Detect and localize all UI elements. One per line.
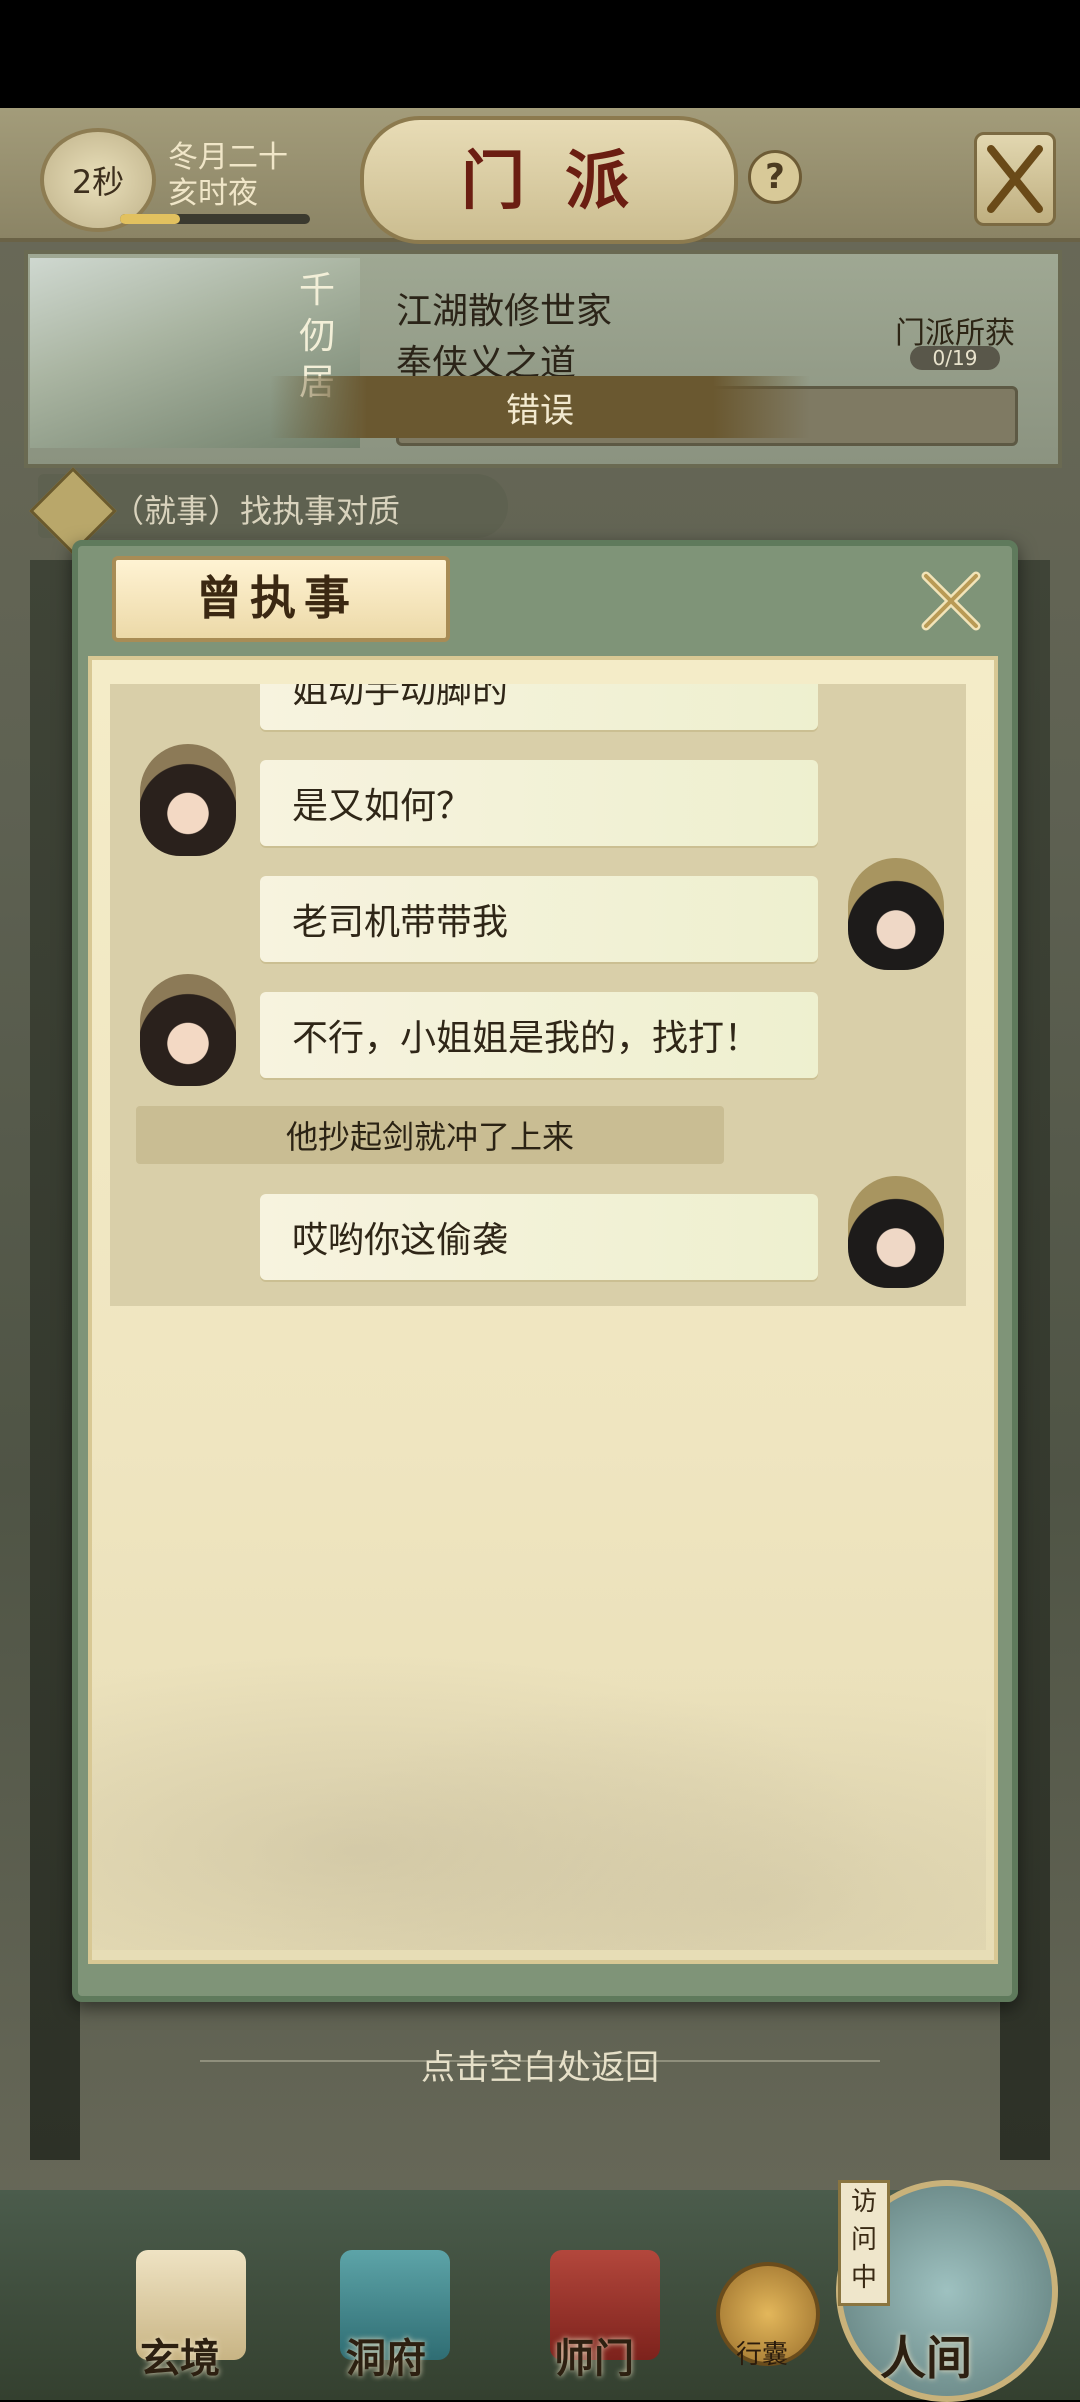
chat-bubble: 哎哟你这偷袭	[260, 1194, 818, 1280]
male-avatar	[848, 1176, 944, 1288]
sect-line1: 江湖散修世家	[396, 291, 613, 332]
time-progress-fill	[120, 214, 180, 224]
nav-label-xuanjing[interactable]: 玄境	[140, 2326, 220, 2384]
female-avatar	[140, 744, 236, 856]
nav-label-renjian[interactable]: 人间	[880, 2322, 972, 2388]
tap-to-return-hint[interactable]: 点击空白处返回	[0, 2040, 1080, 2089]
chat-log[interactable]: 姐动手动脚的 是又如何？ 老司机带带我 不行，小姐姐是我的，找打！ 哎哟你这偷袭	[110, 684, 966, 1306]
nav-label-shimen[interactable]: 师门	[554, 2326, 634, 2384]
narration-line: 他抄起剑就冲了上来	[136, 1106, 724, 1164]
quest-text: （就事）找执事对质	[112, 492, 401, 530]
close-icon[interactable]	[916, 566, 986, 636]
date-line2: 亥时夜	[168, 176, 258, 211]
male-avatar	[848, 858, 944, 970]
page-title: 门派	[461, 144, 669, 219]
chat-bubble: 老司机带带我	[260, 876, 818, 962]
chat-bubble: 不行，小姐姐是我的，找打！	[260, 992, 818, 1078]
female-avatar	[140, 974, 236, 1086]
visit-status-tag: 访问中	[838, 2180, 890, 2306]
crossed-swords-icon[interactable]	[974, 132, 1056, 226]
chat-bubble: 是又如何？	[260, 760, 818, 846]
error-toast: 错误	[270, 376, 810, 438]
chat-bubble: 姐动手动脚的	[260, 684, 818, 730]
landscape-decoration	[92, 1620, 986, 1950]
question-icon[interactable]: ?	[748, 150, 802, 204]
dialog-title: 曾执事	[196, 571, 358, 625]
nav-label-xingnang[interactable]: 行囊	[736, 2334, 788, 2371]
nav-label-dongfu[interactable]: 洞府	[346, 2326, 426, 2384]
harvest-count: 0/19	[910, 346, 1000, 370]
